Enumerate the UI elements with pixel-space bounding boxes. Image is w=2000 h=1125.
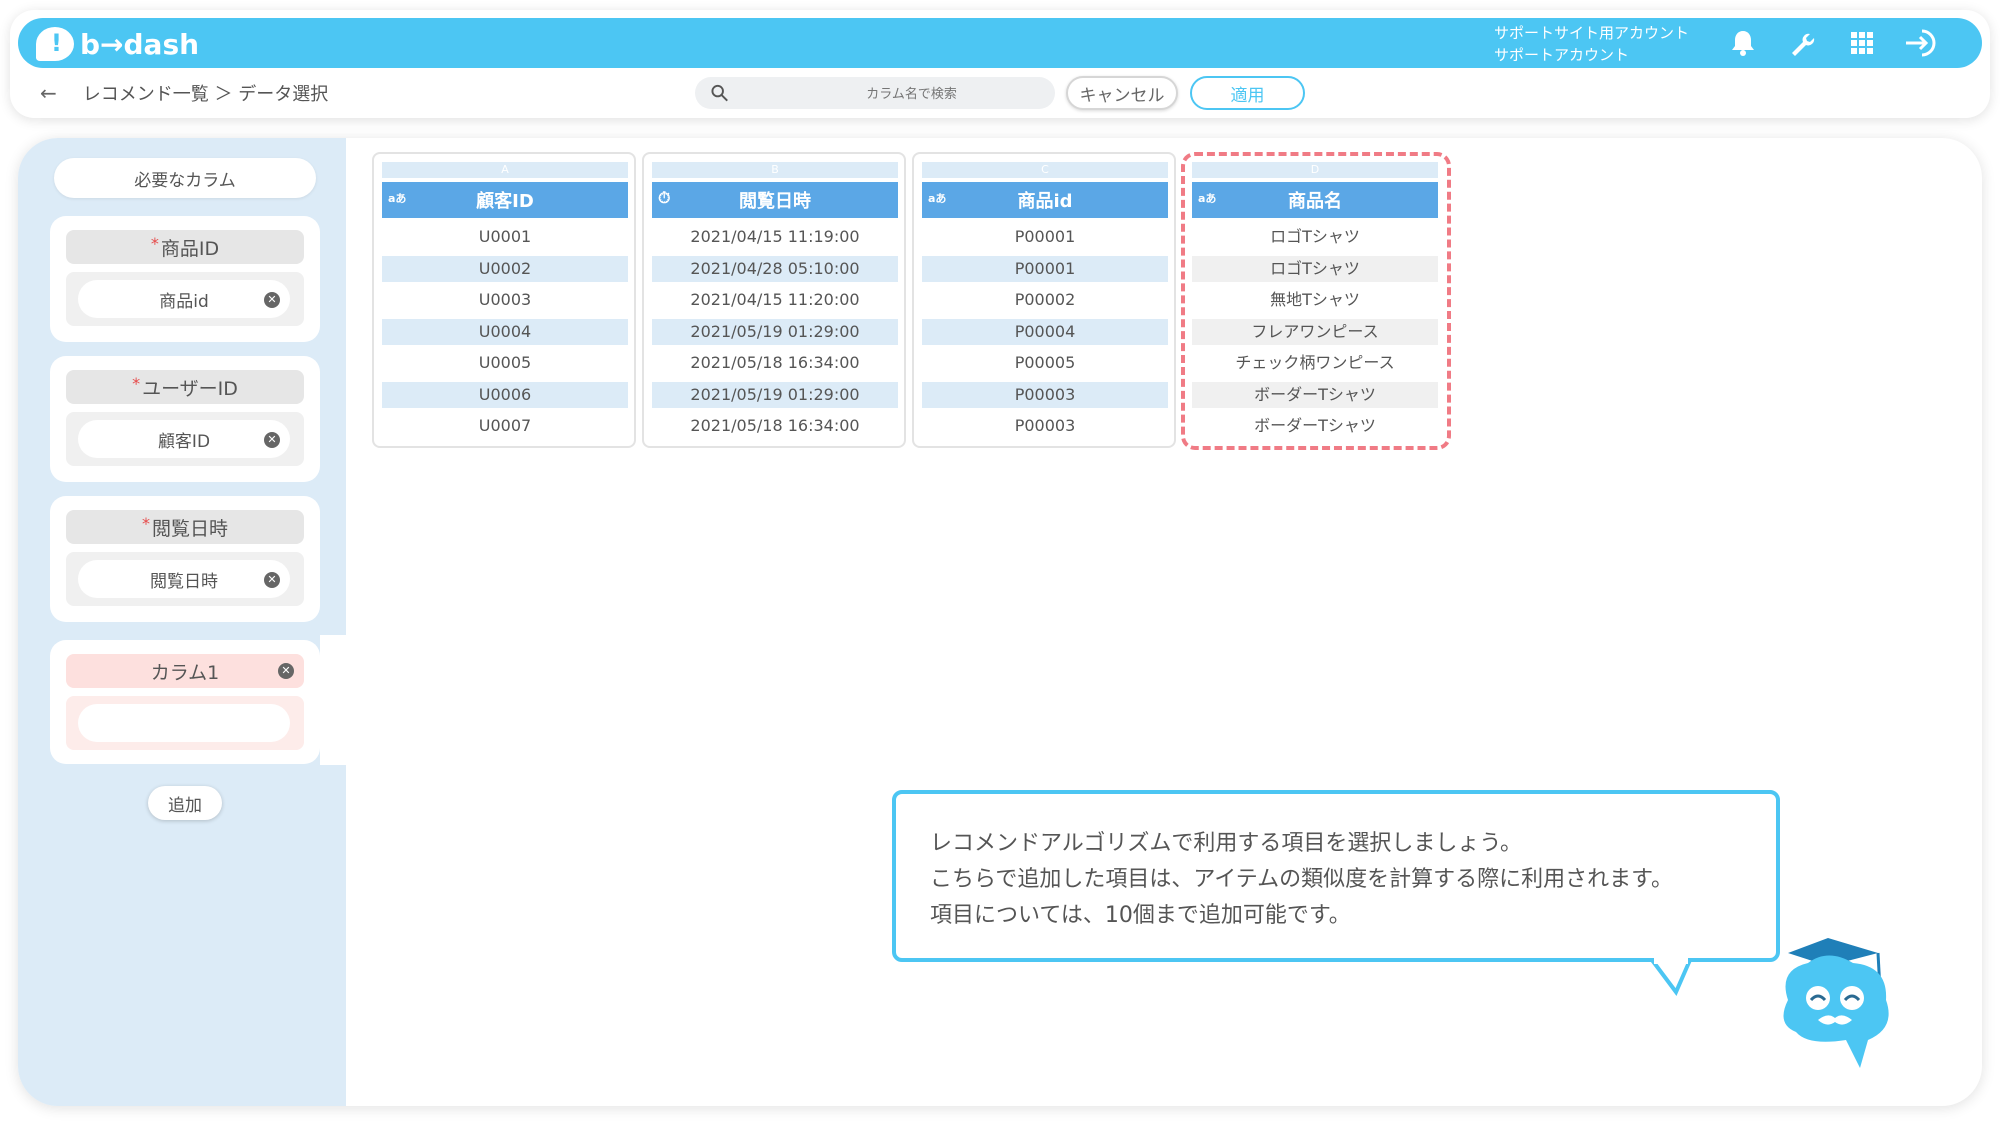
- required-card-product-id: * 商品ID 商品id ✕: [50, 216, 320, 342]
- required-card-view-date: * 閲覧日時 閲覧日時 ✕: [50, 496, 320, 622]
- column-letter: B: [652, 162, 898, 178]
- cell: P00001: [1014, 227, 1076, 246]
- cell: U0004: [382, 318, 628, 351]
- remove-icon[interactable]: ✕: [264, 432, 280, 448]
- add-column-button[interactable]: 追加: [148, 786, 222, 820]
- column-letter: C: [922, 162, 1168, 178]
- breadcrumb-bar: ← レコメンド一覧 ＞ データ選択: [40, 78, 328, 108]
- remove-icon[interactable]: ✕: [278, 663, 294, 679]
- required-mark: *: [132, 374, 141, 393]
- search-icon: [711, 84, 728, 102]
- chip-label: 商品id: [159, 291, 209, 312]
- cell: U0006: [382, 381, 628, 414]
- brand-logo[interactable]: b→dash: [36, 24, 199, 64]
- cell: 2021/05/19 01:29:00: [652, 381, 898, 414]
- cell: 2021/05/19 01:29:00: [652, 318, 898, 351]
- cell: P00003: [922, 381, 1168, 414]
- tooltip-line-1: レコメンドアルゴリズムで利用する項目を選択しましょう。: [930, 831, 1523, 856]
- card-drop-zone[interactable]: 閲覧日時 ✕: [66, 552, 304, 606]
- required-mark: *: [150, 234, 159, 253]
- column-name: 顧客ID: [476, 191, 534, 212]
- cell: P00004: [922, 318, 1168, 351]
- logo-mark-icon: [36, 27, 74, 61]
- wrench-icon[interactable]: [1785, 26, 1819, 60]
- card-title: 商品ID: [160, 237, 220, 260]
- card-header: カラム1 ✕: [66, 654, 304, 688]
- logo-text: b→dash: [80, 27, 200, 61]
- cancel-button[interactable]: キャンセル: [1066, 76, 1178, 110]
- card-title: ユーザーID: [142, 377, 238, 400]
- highlight-box: [1181, 152, 1451, 450]
- logout-icon[interactable]: [1904, 26, 1938, 60]
- remove-icon[interactable]: ✕: [264, 572, 280, 588]
- tooltip-bubble: レコメンドアルゴリズムで利用する項目を選択しましょう。 こちらで追加した項目は、…: [892, 790, 1780, 962]
- column-chip[interactable]: 閲覧日時 ✕: [78, 560, 290, 598]
- cell: P00003: [1014, 416, 1076, 435]
- required-mark: *: [141, 514, 150, 533]
- required-columns-title: 必要なカラム: [54, 158, 316, 198]
- card-drop-zone[interactable]: 商品id ✕: [66, 272, 304, 326]
- cell: 2021/04/15 11:20:00: [690, 290, 860, 309]
- cell: P00005: [1014, 353, 1076, 372]
- back-arrow-icon[interactable]: ←: [40, 81, 57, 105]
- card-header: * 閲覧日時: [66, 510, 304, 544]
- text-type-icon: aあ: [928, 192, 947, 205]
- card-title: 閲覧日時: [151, 517, 228, 540]
- cell: U0001: [478, 227, 532, 246]
- cell: U0005: [478, 353, 532, 372]
- cell: 2021/04/15 11:19:00: [690, 227, 860, 246]
- bell-icon[interactable]: [1726, 26, 1760, 60]
- tooltip-line-2: こちらで追加した項目は、アイテムの類似度を計算する際に利用されます。: [930, 867, 1673, 892]
- data-column-b[interactable]: B ⏱ 閲覧日時 2021/04/15 11:19:00 2021/04/28 …: [642, 152, 906, 448]
- required-card-user-id: * ユーザーID 顧客ID ✕: [50, 356, 320, 482]
- remove-icon[interactable]: ✕: [264, 292, 280, 308]
- card-drop-zone[interactable]: 顧客ID ✕: [66, 412, 304, 466]
- account-line-1: サポートサイト用アカウント: [1494, 24, 1690, 42]
- column-header[interactable]: aあ 顧客ID: [382, 182, 628, 218]
- cell: P00001: [922, 255, 1168, 288]
- column-letter: A: [382, 162, 628, 178]
- cell: P00002: [1014, 290, 1076, 309]
- cell: U0003: [478, 290, 532, 309]
- column-name: 商品id: [1017, 191, 1073, 212]
- chip-label: 顧客ID: [157, 431, 211, 452]
- column-rows: U0001 U0002 U0003 U0004 U0005 U0006 U000…: [382, 224, 628, 445]
- cell: U0007: [478, 416, 532, 435]
- account-info[interactable]: サポートサイト用アカウント サポートアカウント: [1494, 22, 1689, 66]
- cell: 2021/04/28 05:10:00: [652, 255, 898, 288]
- card-drop-zone[interactable]: [66, 696, 304, 750]
- empty-column-slot[interactable]: [78, 704, 290, 742]
- grid-icon[interactable]: [1845, 26, 1879, 60]
- column-name: 閲覧日時: [739, 191, 811, 212]
- cell: 2021/05/18 16:34:00: [690, 353, 860, 372]
- custom-column-card: カラム1 ✕: [50, 640, 320, 764]
- mascot-icon: [1783, 938, 1889, 1068]
- column-chip[interactable]: 顧客ID ✕: [78, 420, 290, 458]
- column-rows: 2021/04/15 11:19:00 2021/04/28 05:10:00 …: [652, 224, 898, 445]
- column-header[interactable]: ⏱ 閲覧日時: [652, 182, 898, 218]
- sidebar-notch: [320, 635, 350, 765]
- tooltip-line-3: 項目については、10個まで追加可能です。: [930, 903, 1351, 928]
- card-title: カラム1: [150, 661, 220, 684]
- cell: 2021/05/18 16:34:00: [690, 416, 860, 435]
- column-chip[interactable]: 商品id ✕: [78, 280, 290, 318]
- card-header: * 商品ID: [66, 230, 304, 264]
- column-search[interactable]: [695, 77, 1055, 109]
- card-header: * ユーザーID: [66, 370, 304, 404]
- data-column-c[interactable]: C aあ 商品id P00001 P00001 P00002 P00004 P0…: [912, 152, 1176, 448]
- column-rows: P00001 P00001 P00002 P00004 P00005 P0000…: [922, 224, 1168, 445]
- timer-icon: ⏱: [658, 188, 671, 207]
- text-type-icon: aあ: [388, 192, 407, 205]
- data-column-a[interactable]: A aあ 顧客ID U0001 U0002 U0003 U0004 U0005 …: [372, 152, 636, 448]
- account-line-2: サポートアカウント: [1494, 46, 1630, 64]
- cell: U0002: [382, 255, 628, 288]
- search-input[interactable]: [768, 85, 1055, 101]
- chip-label: 閲覧日時: [150, 571, 218, 592]
- column-header[interactable]: aあ 商品id: [922, 182, 1168, 218]
- breadcrumb[interactable]: レコメンド一覧 ＞ データ選択: [83, 80, 328, 106]
- apply-button[interactable]: 適用: [1190, 76, 1305, 110]
- bubble-tail: [1650, 958, 1692, 996]
